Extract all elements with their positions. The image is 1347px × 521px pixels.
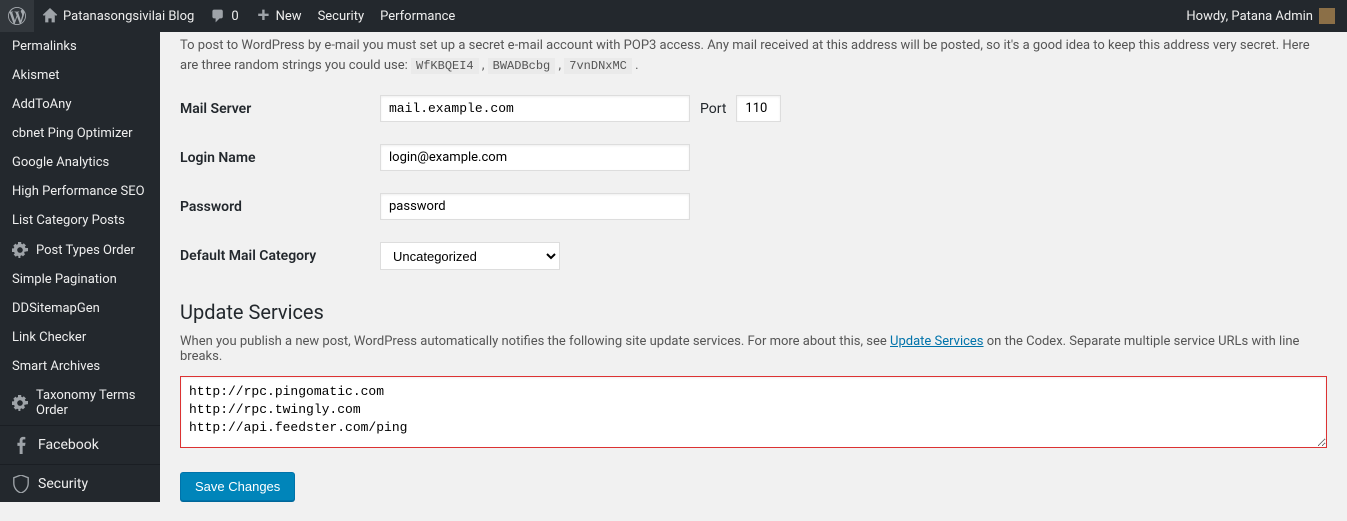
sidebar-item-linkchecker[interactable]: Link Checker — [0, 323, 160, 352]
sidebar-item-label: Smart Archives — [12, 359, 100, 374]
random-string-1: WfKBQEI4 — [411, 58, 479, 74]
sidebar-item-label: Permalinks — [12, 39, 77, 54]
mail-server-row: Mail Server Port — [180, 95, 1327, 122]
random-string-3: 7vnDNxMC — [564, 58, 632, 74]
sidebar-item-facebook[interactable]: Facebook — [0, 425, 160, 464]
sidebar-item-cbnet[interactable]: cbnet Ping Optimizer — [0, 119, 160, 148]
gear-icon — [12, 242, 28, 258]
password-input[interactable] — [380, 193, 690, 220]
update-services-desc: When you publish a new post, WordPress a… — [180, 334, 1327, 364]
wordpress-icon — [8, 7, 26, 25]
sidebar-item-label: DDSitemapGen — [12, 301, 100, 316]
site-name-link[interactable]: Patanasongsivilai Blog — [34, 0, 202, 32]
new-link[interactable]: New — [247, 0, 310, 32]
update-services-link[interactable]: Update Services — [890, 334, 984, 349]
sidebar-item-ddsitemap[interactable]: DDSitemapGen — [0, 294, 160, 323]
facebook-icon — [12, 436, 30, 454]
sidebar-item-listcat[interactable]: List Category Posts — [0, 206, 160, 235]
sidebar-item-smartarchives[interactable]: Smart Archives — [0, 352, 160, 381]
login-name-label: Login Name — [180, 150, 380, 166]
sidebar-item-label: Link Checker — [12, 330, 86, 345]
sidebar-item-label: Simple Pagination — [12, 272, 117, 287]
comment-count: 0 — [231, 9, 238, 24]
security-text: Security — [318, 9, 365, 24]
default-category-row: Default Mail Category Uncategorized — [180, 242, 1327, 270]
avatar — [1319, 8, 1335, 24]
password-row: Password — [180, 193, 1327, 220]
home-icon — [42, 8, 58, 24]
main-content: To post to WordPress by e-mail you must … — [160, 32, 1347, 521]
sidebar-item-taxonomy[interactable]: Taxonomy Terms Order — [0, 381, 160, 425]
performance-text: Performance — [380, 9, 455, 24]
port-label: Port — [700, 101, 726, 117]
password-field — [380, 193, 1327, 220]
mail-server-label: Mail Server — [180, 101, 380, 117]
gear-icon — [12, 395, 28, 411]
sidebar-item-label: AddToAny — [12, 97, 72, 112]
admin-bar: Patanasongsivilai Blog 0 New Security Pe… — [0, 0, 1347, 32]
default-category-label: Default Mail Category — [180, 248, 380, 264]
sidebar-item-ganalytics[interactable]: Google Analytics — [0, 148, 160, 177]
sidebar-item-security[interactable]: Security — [0, 464, 160, 502]
security-link[interactable]: Security — [310, 0, 373, 32]
site-name-text: Patanasongsivilai Blog — [63, 9, 194, 24]
comment-icon — [210, 8, 226, 24]
intro-before: To post to WordPress by e-mail you must … — [180, 38, 1310, 73]
port-input[interactable] — [736, 95, 781, 122]
sidebar-item-label: Facebook — [38, 437, 99, 453]
mail-server-field: Port — [380, 95, 1327, 122]
sidebar-item-label: Taxonomy Terms Order — [36, 388, 148, 418]
plus-icon — [255, 8, 271, 24]
mail-settings-form: Mail Server Port Login Name Password Def… — [180, 95, 1327, 270]
sidebar-item-akismet[interactable]: Akismet — [0, 61, 160, 90]
default-category-field: Uncategorized — [380, 242, 1327, 270]
default-category-select[interactable]: Uncategorized — [380, 242, 560, 270]
mail-server-input[interactable] — [380, 95, 690, 122]
intro-text: To post to WordPress by e-mail you must … — [180, 32, 1327, 75]
login-name-row: Login Name — [180, 144, 1327, 171]
admin-bar-left: Patanasongsivilai Blog 0 New Security Pe… — [0, 0, 463, 32]
login-name-input[interactable] — [380, 144, 690, 171]
sidebar-item-label: High Performance SEO — [12, 184, 145, 199]
random-string-2: BWADBcbg — [488, 58, 556, 74]
sidebar-item-permalinks[interactable]: Permalinks — [0, 32, 160, 61]
performance-link[interactable]: Performance — [372, 0, 463, 32]
sidebar-item-pagination[interactable]: Simple Pagination — [0, 265, 160, 294]
howdy-text: Howdy, Patana Admin — [1186, 9, 1313, 24]
sidebar: Permalinks Akismet AddToAny cbnet Ping O… — [0, 32, 160, 502]
admin-bar-right[interactable]: Howdy, Patana Admin — [1186, 8, 1335, 24]
sidebar-item-label: Post Types Order — [36, 243, 135, 258]
new-text: New — [276, 9, 302, 24]
sidebar-item-hpseo[interactable]: High Performance SEO — [0, 177, 160, 206]
save-changes-button[interactable]: Save Changes — [180, 472, 295, 501]
sidebar-item-addtoany[interactable]: AddToAny — [0, 90, 160, 119]
comments-link[interactable]: 0 — [202, 0, 246, 32]
sidebar-item-posttypes[interactable]: Post Types Order — [0, 235, 160, 265]
wp-logo[interactable] — [0, 0, 34, 32]
sidebar-item-label: List Category Posts — [12, 213, 125, 228]
update-services-heading: Update Services — [180, 300, 1327, 324]
sidebar-item-label: Google Analytics — [12, 155, 109, 170]
shield-icon — [12, 475, 30, 493]
update-services-textarea[interactable] — [180, 376, 1327, 448]
sidebar-item-label: cbnet Ping Optimizer — [12, 126, 133, 141]
desc-before: When you publish a new post, WordPress a… — [180, 334, 890, 349]
sidebar-item-label: Security — [38, 476, 88, 492]
login-name-field — [380, 144, 1327, 171]
password-label: Password — [180, 199, 380, 215]
sidebar-item-label: Akismet — [12, 68, 60, 83]
